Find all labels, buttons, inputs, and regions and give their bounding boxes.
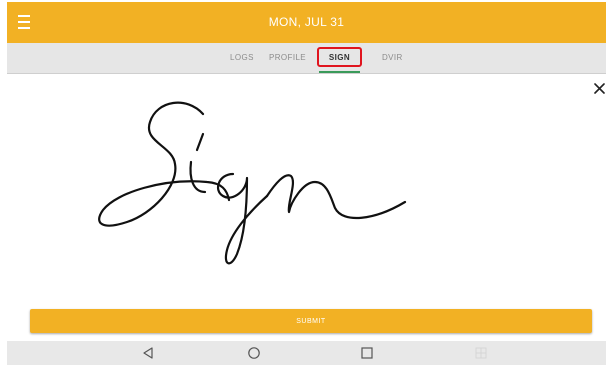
close-icon[interactable]	[594, 83, 605, 94]
screen: MON, JUL 31 LOGS PROFILE SIGN DVIR SUBMI…	[0, 0, 606, 365]
recents-square-icon[interactable]	[360, 346, 374, 360]
system-nav-bar	[7, 341, 606, 365]
back-triangle-icon[interactable]	[141, 346, 155, 360]
tab-sign[interactable]: SIGN	[317, 47, 362, 67]
signature-strokes	[98, 101, 407, 265]
tab-profile[interactable]: PROFILE	[269, 53, 306, 62]
home-circle-icon[interactable]	[247, 346, 261, 360]
tab-dvir[interactable]: DVIR	[382, 53, 403, 62]
active-tab-indicator	[319, 71, 360, 73]
app-bar: MON, JUL 31	[7, 2, 606, 43]
submit-button[interactable]: SUBMIT	[30, 309, 592, 333]
page-title: MON, JUL 31	[268, 15, 345, 29]
tab-logs[interactable]: LOGS	[230, 53, 254, 62]
tab-bar: LOGS PROFILE SIGN DVIR	[7, 43, 606, 74]
signature-pad[interactable]	[7, 74, 606, 306]
grid-icon[interactable]	[474, 346, 488, 360]
